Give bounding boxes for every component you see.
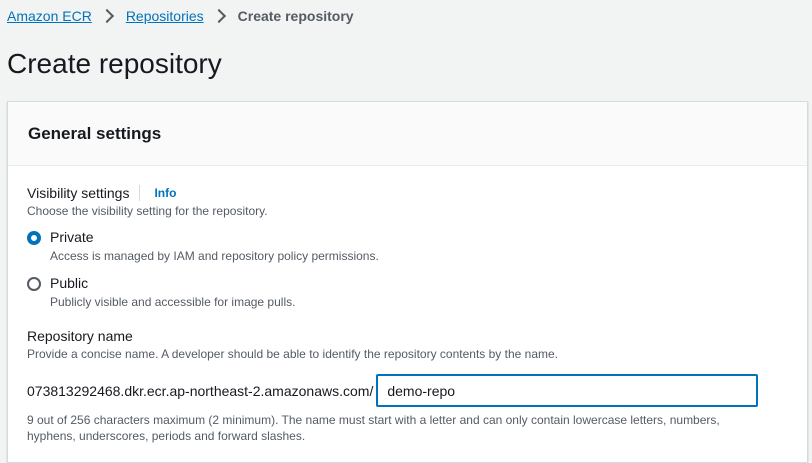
breadcrumb: Amazon ECR Repositories Create repositor… (7, 6, 354, 26)
panel-title: General settings (28, 123, 162, 143)
radio-public-text: Public Publicly visible and accessible f… (50, 275, 295, 309)
radio-private-label[interactable]: Private (50, 229, 379, 245)
radio-option-public[interactable]: Public Publicly visible and accessible f… (27, 275, 295, 309)
visibility-description: Choose the visibility setting for the re… (27, 204, 268, 218)
repository-uri-prefix: 073813292468.dkr.ecr.ap-northeast-2.amaz… (27, 382, 374, 399)
page-title: Create repository (7, 48, 222, 79)
repository-uri-row: 073813292468.dkr.ecr.ap-northeast-2.amaz… (27, 374, 759, 407)
constraint-line-2: hyphens, underscores, periods and forwar… (27, 429, 306, 443)
general-settings-panel: General settings Visibility settings Inf… (7, 101, 808, 463)
visibility-settings-section: Visibility settings Info Choose the visi… (27, 185, 268, 218)
breadcrumb-current: Create repository (237, 8, 354, 24)
visibility-info-link[interactable]: Info (154, 186, 176, 200)
repository-name-description: Provide a concise name. A developer shou… (27, 347, 558, 361)
radio-private-text: Private Access is managed by IAM and rep… (50, 229, 379, 263)
visibility-label: Visibility settings (27, 185, 130, 201)
panel-header: General settings (8, 102, 807, 166)
repository-name-label: Repository name (27, 328, 133, 344)
radio-private[interactable] (27, 231, 41, 245)
radio-option-private[interactable]: Private Access is managed by IAM and rep… (27, 229, 379, 263)
repository-name-constraint: 9 out of 256 characters maximum (2 minim… (27, 412, 787, 444)
visibility-label-row: Visibility settings Info (27, 185, 268, 201)
radio-public-label[interactable]: Public (50, 275, 295, 291)
breadcrumb-amazon-ecr-link[interactable]: Amazon ECR (7, 8, 92, 24)
info-divider (139, 185, 141, 201)
radio-public[interactable] (27, 277, 41, 291)
radio-private-description: Access is managed by IAM and repository … (50, 249, 379, 263)
constraint-line-1: 9 out of 256 characters maximum (2 minim… (27, 413, 720, 427)
chevron-right-icon (99, 8, 114, 24)
chevron-right-icon (211, 8, 226, 24)
repository-name-section: Repository name Provide a concise name. … (27, 328, 558, 361)
breadcrumb-repositories-link[interactable]: Repositories (126, 8, 204, 24)
radio-public-description: Publicly visible and accessible for imag… (50, 295, 296, 309)
repository-name-input[interactable] (376, 374, 759, 407)
